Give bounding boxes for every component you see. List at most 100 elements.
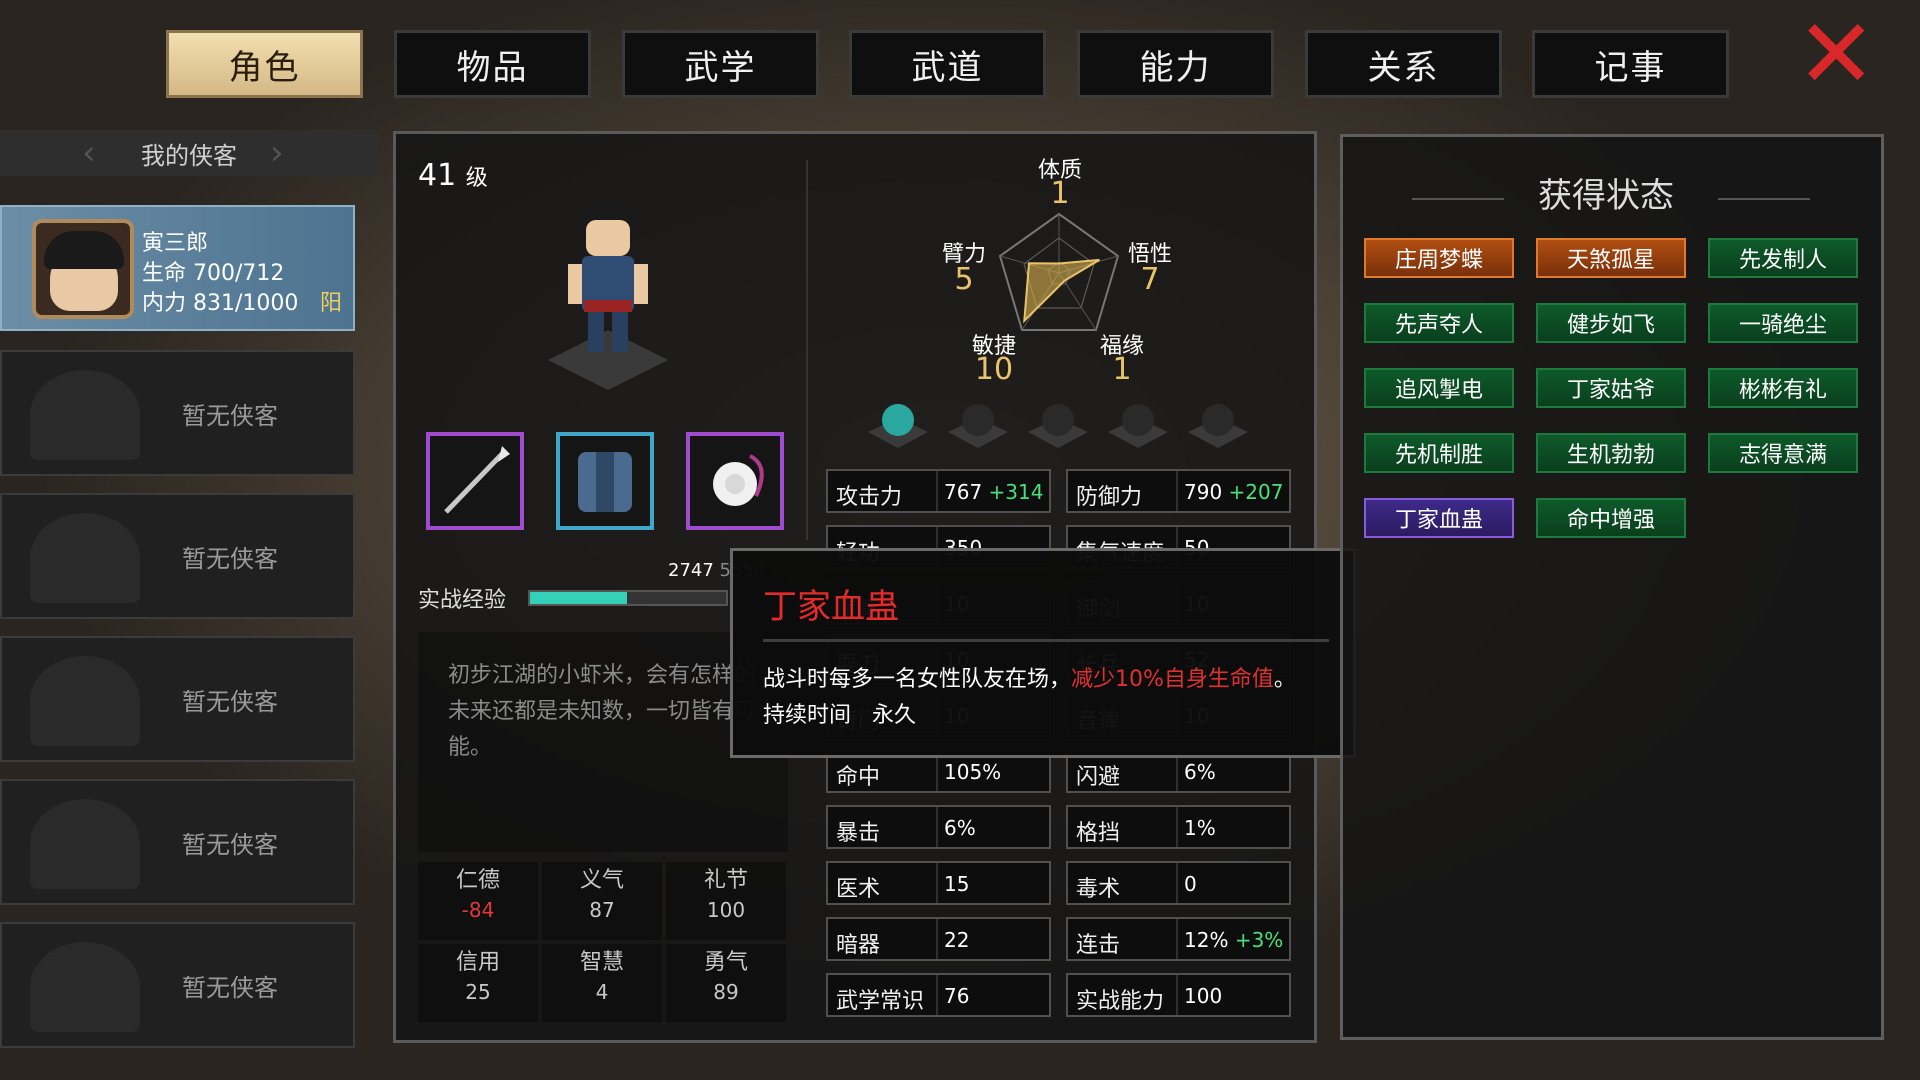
stat-label: 武学常识 <box>836 989 925 1014</box>
attr-value: 1 <box>1112 352 1132 387</box>
tooltip-effect: 战斗时每多一名女性队友在场，减少10%自身生命值。 <box>763 667 1296 692</box>
accessory-slot[interactable] <box>686 432 784 530</box>
stat-label: 防御力 <box>1076 485 1143 510</box>
status-title: 获得状态 <box>1538 176 1674 216</box>
status-badge[interactable]: 健步如飞 <box>1536 303 1686 343</box>
tab-relations[interactable]: 关系 <box>1305 30 1502 98</box>
stat-label: 连击 <box>1076 933 1121 958</box>
silhouette-icon <box>30 799 140 889</box>
divider <box>806 160 808 540</box>
status-badge[interactable]: 庄周梦蝶 <box>1364 238 1514 278</box>
silhouette-icon <box>30 370 140 460</box>
radar-shape <box>1023 258 1100 324</box>
weapon-slot[interactable] <box>426 432 524 530</box>
tab-martial-arts[interactable]: 武学 <box>622 30 819 98</box>
empty-slot-label: 暂无侠客 <box>182 688 278 716</box>
empty-slot-label: 暂无侠客 <box>182 974 278 1002</box>
tooltip-duration: 持续时间 永久 <box>763 703 917 728</box>
status-badge[interactable]: 先机制胜 <box>1364 433 1514 473</box>
virtue-cell: 礼节 100 <box>666 862 786 940</box>
stat-value: 15 <box>944 872 970 896</box>
companion-slot-empty[interactable]: 暂无侠客 <box>0 636 355 762</box>
tab-abilities[interactable]: 能力 <box>1077 30 1274 98</box>
status-tooltip: 丁家血蛊 战斗时每多一名女性队友在场，减少10%自身生命值。 持续时间 永久 <box>730 548 1356 758</box>
stat-row: 连击 12% +3% <box>1066 917 1291 961</box>
stat-row: 医术 15 <box>826 861 1051 905</box>
stat-label: 暴击 <box>836 821 881 846</box>
stat-label: 格挡 <box>1076 821 1121 846</box>
virtue-cell: 勇气 89 <box>666 944 786 1022</box>
companion-hp: 生命 700/712 <box>142 261 285 286</box>
status-badge[interactable]: 丁家血蛊 <box>1364 498 1514 538</box>
stat-row: 暗器 22 <box>826 917 1051 961</box>
avatar <box>32 219 134 319</box>
companion-slot-empty[interactable]: 暂无侠客 <box>0 493 355 619</box>
stat-value: 1% <box>1184 816 1216 840</box>
stat-row: 防御力 790 +207 <box>1066 469 1291 513</box>
status-badge[interactable]: 先发制人 <box>1708 238 1858 278</box>
stat-label: 闪避 <box>1076 765 1121 790</box>
companion-slot-empty[interactable]: 暂无侠客 <box>0 779 355 905</box>
status-badge[interactable]: 先声夺人 <box>1364 303 1514 343</box>
divider <box>1412 198 1504 200</box>
attr-value: 1 <box>1050 176 1070 211</box>
xp-label: 实战经验 <box>418 588 507 613</box>
xp-bar-fill <box>530 592 628 604</box>
sidebar-header: ‹ 我的侠客 › <box>0 130 378 176</box>
yin-yang-badge: 阳 <box>320 291 343 316</box>
dark-orb-icon[interactable] <box>948 400 1008 450</box>
chevron-right-icon[interactable]: › <box>270 133 284 173</box>
level: 41 级 <box>418 158 488 193</box>
stat-value: 12% +3% <box>1184 928 1284 952</box>
silhouette-icon <box>30 513 140 603</box>
stat-value: 76 <box>944 984 970 1008</box>
silhouette-icon <box>30 942 140 1032</box>
dark-orb-icon[interactable] <box>1188 400 1248 450</box>
stat-value: 100 <box>1184 984 1223 1008</box>
dark-orb-icon[interactable] <box>1108 400 1168 450</box>
stat-row: 实战能力 100 <box>1066 973 1291 1017</box>
silhouette-icon <box>30 656 140 746</box>
close-icon[interactable]: ✕ <box>1796 6 1876 102</box>
companion-name: 寅三郎 <box>142 231 209 256</box>
dark-orb-icon[interactable] <box>1028 400 1088 450</box>
attribute-radar <box>998 212 1120 331</box>
companion-slot-empty[interactable]: 暂无侠客 <box>0 350 355 476</box>
stat-row: 毒术 0 <box>1066 861 1291 905</box>
spear-icon <box>444 446 510 514</box>
companion-mp: 内力 831/1000 <box>142 291 299 316</box>
stat-value: 22 <box>944 928 970 952</box>
virtue-cell: 义气 87 <box>542 862 662 940</box>
virtue-cell: 信用 25 <box>418 944 538 1022</box>
teal-orb-icon[interactable] <box>868 400 928 450</box>
companion-card-active[interactable]: 寅三郎 生命 700/712 内力 831/1000 阳 <box>0 205 355 331</box>
armor-slot[interactable] <box>556 432 654 530</box>
tooltip-title: 丁家血蛊 <box>763 587 899 627</box>
status-badge[interactable]: 丁家姑爷 <box>1536 368 1686 408</box>
divider <box>763 639 1329 642</box>
xp-bar <box>528 590 728 606</box>
tab-journal[interactable]: 记事 <box>1532 30 1729 98</box>
character-sprite <box>548 198 668 390</box>
tab-character[interactable]: 角色 <box>166 30 363 98</box>
stat-label: 实战能力 <box>1076 989 1165 1014</box>
status-badge[interactable]: 一骑绝尘 <box>1708 303 1858 343</box>
companion-slot-empty[interactable]: 暂无侠客 <box>0 922 355 1048</box>
tab-martial-way[interactable]: 武道 <box>849 30 1046 98</box>
status-badge[interactable]: 天煞孤星 <box>1536 238 1686 278</box>
attr-value: 7 <box>1140 262 1160 297</box>
status-badge[interactable]: 彬彬有礼 <box>1708 368 1858 408</box>
armor-icon <box>578 452 632 512</box>
chevron-left-icon[interactable]: ‹ <box>82 133 96 173</box>
stat-row: 暴击 6% <box>826 805 1051 849</box>
stat-value: 790 +207 <box>1184 480 1284 504</box>
status-badge[interactable]: 志得意满 <box>1708 433 1858 473</box>
divider <box>1718 198 1810 200</box>
status-badge[interactable]: 追风掣电 <box>1364 368 1514 408</box>
stat-value: 6% <box>1184 760 1216 784</box>
status-badge[interactable]: 生机勃勃 <box>1536 433 1686 473</box>
stat-label: 攻击力 <box>836 485 903 510</box>
tab-items[interactable]: 物品 <box>394 30 591 98</box>
status-badge[interactable]: 命中增强 <box>1536 498 1686 538</box>
stat-row: 武学常识 76 <box>826 973 1051 1017</box>
